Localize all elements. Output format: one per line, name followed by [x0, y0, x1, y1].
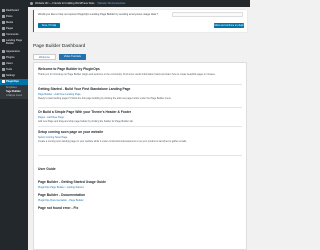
divider: [38, 126, 242, 127]
plugin-icon: [1, 55, 5, 59]
pin-icon: [1, 14, 5, 18]
media-icon: [1, 20, 5, 24]
sidebar-item-label: PluginOps: [6, 80, 19, 84]
sidebar-item-label: Pages: [6, 27, 14, 31]
pluginops-submenu: Templates Page Builder Collapse menu: [0, 85, 29, 100]
dashboard-tabs: Welcome Video Tutorials: [33, 54, 89, 60]
pluginops-icon: [1, 80, 5, 84]
user-guide-heading: User Guide: [38, 167, 56, 171]
welcome-text: Thank you for choosing our Page Builder …: [38, 72, 216, 76]
page-icon: [1, 27, 5, 31]
not-found-section: Page not found error - Fix: [38, 206, 242, 210]
sidebar-item-label: Users: [6, 61, 13, 65]
sidebar-item-landing-page-builder[interactable]: Landing Page Builder: [0, 38, 28, 48]
main-content: Would you like to help us improve Plugin…: [30, 7, 250, 250]
tab-welcome[interactable]: Welcome: [33, 54, 56, 60]
divider: [38, 107, 242, 108]
documentation-section: Page Builder - Documentation PluginOps D…: [38, 193, 242, 202]
tab-video-tutorials[interactable]: Video Tutorials: [58, 54, 86, 60]
sidebar-item-label: Comments: [6, 33, 19, 37]
sidebar-item-label: Settings: [6, 74, 16, 78]
documentation-heading: Page Builder - Documentation: [38, 193, 86, 197]
notice-text: Would you like to help us improve Plugin…: [38, 13, 159, 16]
usage-guide-heading: Page Builder - Getting Started Usage Gui…: [38, 180, 106, 184]
getting-started-guide-link[interactable]: PluginOps Page Builder - Getting Started: [38, 186, 242, 189]
sure-help-button[interactable]: Sure, I'll help: [38, 23, 60, 28]
add-new-page-link[interactable]: Pages - Add New Page: [38, 116, 242, 119]
build-simple-text: Add new Page and drag and drop page buil…: [38, 120, 134, 124]
sidebar-item-label: Media: [6, 20, 14, 24]
sidebar-item-label: Plugins: [6, 55, 15, 59]
coming-soon-heading: Setup coming soon page on your website: [38, 130, 104, 134]
admin-sidebar: Dashboard Posts Media Pages Comments Lan…: [0, 0, 28, 250]
welcome-heading: Welcome to Page Builder by PluginOps: [38, 67, 100, 71]
builder-icon: [1, 38, 5, 42]
brush-icon: [1, 49, 5, 53]
getting-started-text: Ready to start landing pages? Follow the…: [38, 97, 172, 101]
site-link[interactable]: Website 3D Accessories: [97, 2, 125, 5]
sidebar-item-label: Dashboard: [6, 8, 19, 12]
add-new-landing-page-link[interactable]: Page Builder - Add New Landing Page: [38, 93, 242, 96]
user-icon: [1, 61, 5, 65]
welcome-section: Welcome to Page Builder by PluginOps Tha…: [38, 67, 242, 76]
getting-started-heading: Getting Started - Build Your First Stand…: [38, 87, 131, 91]
usage-guide-section: Page Builder - Getting Started Usage Gui…: [38, 180, 242, 189]
user-guide-section: User Guide: [38, 167, 242, 171]
coming-soon-link[interactable]: Select Coming Soon Page: [38, 136, 242, 139]
dashboard-panel: Welcome to Page Builder by PluginOps Tha…: [33, 62, 247, 250]
notice-learn-more[interactable]: [172, 12, 243, 17]
divider: [38, 155, 242, 156]
notice-message: Would you like to help us improve Plugin…: [38, 13, 158, 16]
coming-soon-section: Setup coming soon page on your website S…: [38, 130, 242, 143]
wrench-icon: [1, 68, 5, 72]
getting-started-section: Getting Started - Build Your First Stand…: [38, 87, 242, 100]
sidebar-item-label: Tools: [6, 68, 13, 72]
build-simple-heading: Or Build a Simple Page With your Theme's…: [38, 110, 132, 114]
coming-soon-text: Create a coming soon landing page on you…: [38, 140, 187, 144]
documentation-link[interactable]: PluginOps Documentation - Page Builder: [38, 199, 242, 202]
build-simple-section: Or Build a Simple Page With your Theme's…: [38, 110, 242, 123]
not-found-heading: Page not found error - Fix: [38, 206, 79, 210]
page-title: Page Builder Dashboard: [33, 44, 86, 49]
usage-data-notice: Would you like to help us improve Plugin…: [33, 10, 247, 32]
allow-continue-button[interactable]: Allow and continue to plugin: [214, 23, 244, 28]
admin-bar: Website 3D — Friends for building WordPr…: [0, 0, 250, 7]
sidebar-item-label: Appearance: [6, 49, 20, 53]
comment-icon: [1, 33, 5, 37]
divider: [38, 84, 242, 85]
sidebar-item-label: Posts: [6, 14, 13, 18]
sidebar-item-label: Landing Page Builder: [6, 38, 23, 46]
settings-icon: [1, 74, 5, 78]
site-name[interactable]: Website 3D — Friends for building WordPr…: [35, 2, 94, 5]
collapse-menu-button[interactable]: Collapse menu: [6, 94, 29, 98]
dashboard-icon: [1, 8, 5, 12]
wordpress-icon[interactable]: [30, 2, 33, 5]
